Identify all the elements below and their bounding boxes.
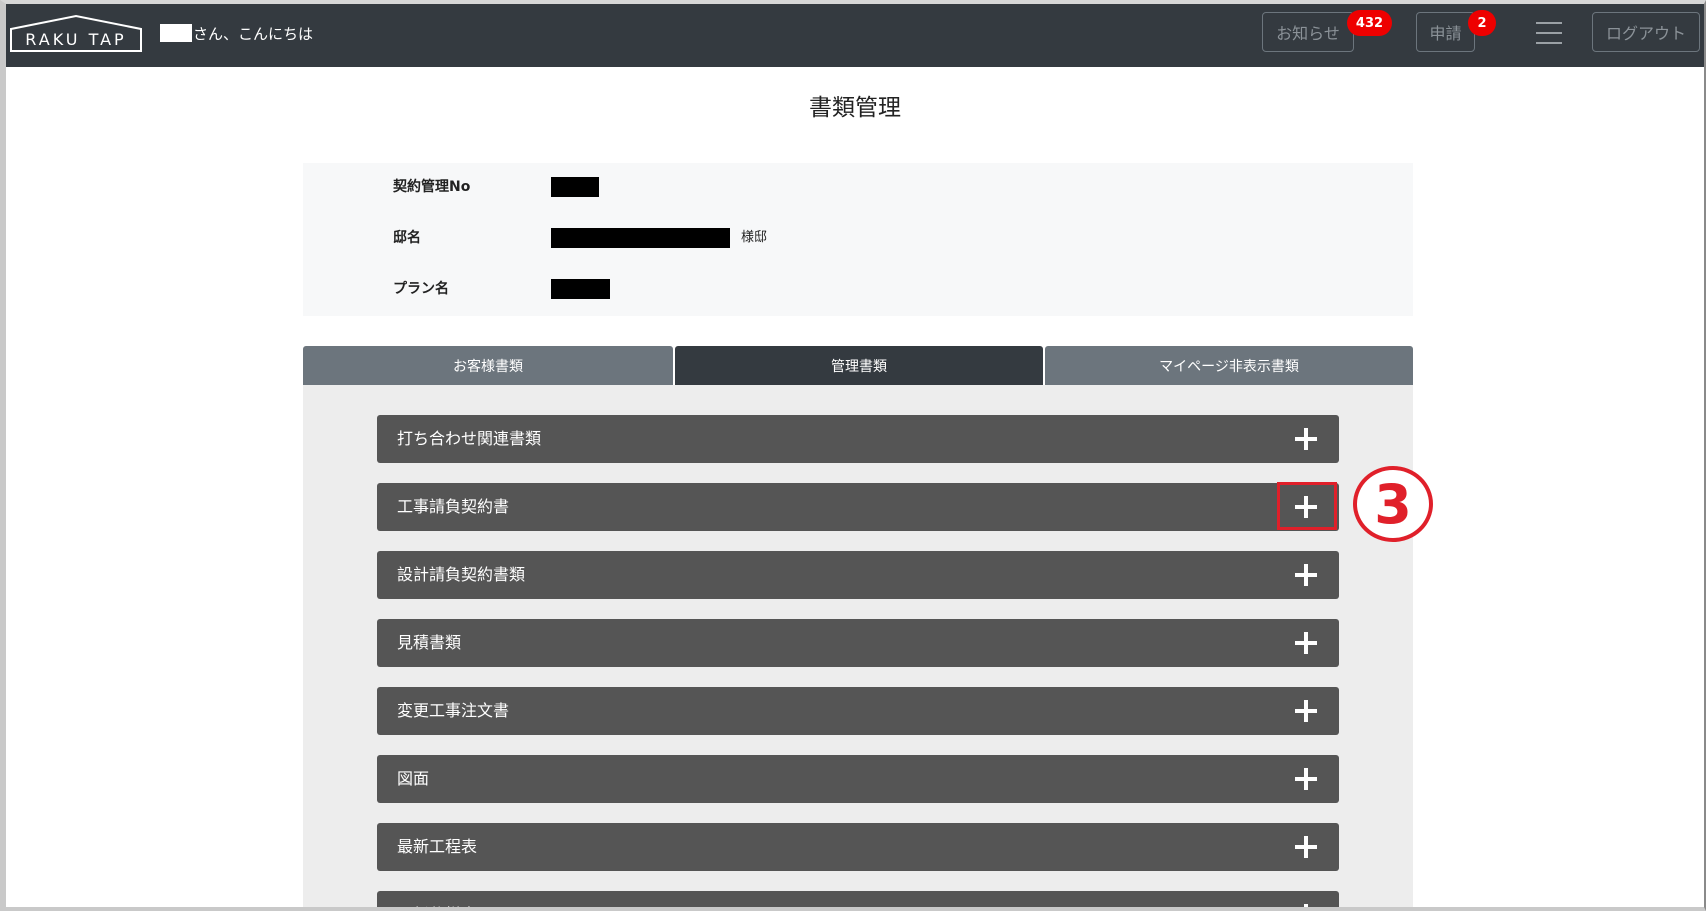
logo-text: RAKU TAP [25, 30, 126, 49]
news-button-label: お知らせ [1276, 24, 1340, 43]
redacted-contract-no [551, 177, 599, 197]
plus-icon[interactable] [1295, 564, 1317, 586]
redacted-plan-name [551, 279, 610, 299]
plan-label: プラン名 [393, 281, 449, 297]
highlight-box [1277, 482, 1337, 530]
accordion-label: 工事請負契約書 [397, 497, 510, 516]
accordion-label: 設計請負契約書類 [397, 565, 526, 584]
news-count-badge: 432 [1347, 10, 1392, 36]
accordion-design-contract[interactable]: 設計請負契約書類 [377, 551, 1339, 599]
accordion-label: 変更工事注文書 [397, 701, 510, 720]
news-button[interactable]: お知らせ [1262, 12, 1354, 52]
logout-button-label: ログアウト [1605, 24, 1686, 43]
logout-button[interactable]: ログアウト [1592, 12, 1700, 52]
accordion-label: 最新仕様書 [397, 891, 477, 907]
redacted-user-name [160, 24, 192, 42]
redacted-residence-name [551, 228, 730, 248]
tab-management-documents[interactable]: 管理書類 [675, 346, 1043, 385]
document-category-list: 打ち合わせ関連書類 工事請負契約書 設計請負契約書類 見積書類 変更工事注文書 … [303, 385, 1413, 907]
residence-suffix: 様邸 [741, 230, 768, 245]
plan-row: プラン名 [303, 277, 1413, 301]
accordion-meeting-documents[interactable]: 打ち合わせ関連書類 [377, 415, 1339, 463]
accordion-label: 打ち合わせ関連書類 [397, 429, 542, 448]
accordion-label: 図面 [397, 769, 430, 788]
requests-button[interactable]: 申請 [1416, 12, 1475, 52]
accordion-estimates[interactable]: 見積書類 [377, 619, 1339, 667]
contract-no-row: 契約管理No [303, 175, 1413, 199]
house-logo-icon: RAKU TAP [10, 14, 142, 52]
residence-row: 邸名 様邸 [303, 226, 1413, 250]
accordion-drawings[interactable]: 図面 [377, 755, 1339, 803]
page-title: 書類管理 [809, 95, 901, 121]
requests-button-label: 申請 [1429, 24, 1462, 43]
greeting-text: さん、こんにちは [193, 24, 314, 43]
plus-icon[interactable] [1295, 768, 1317, 790]
accordion-label: 最新工程表 [397, 837, 478, 856]
plus-icon[interactable] [1295, 836, 1317, 858]
plus-icon[interactable] [1295, 428, 1317, 450]
step-number-annotation: 3 [1353, 466, 1433, 542]
accordion-schedule[interactable]: 最新工程表 [377, 823, 1339, 871]
plus-icon[interactable] [1295, 700, 1317, 722]
accordion-change-orders[interactable]: 変更工事注文書 [377, 687, 1339, 735]
hamburger-icon[interactable] [1536, 22, 1562, 44]
browser-viewport: RAKU TAP さん、こんにちは お知らせ 432 申請 2 ログアウト 書類… [0, 0, 1706, 911]
contract-info-panel: 契約管理No 邸名 様邸 プラン名 [303, 163, 1413, 316]
contract-no-label: 契約管理No [393, 179, 471, 195]
plus-icon[interactable] [1295, 904, 1317, 907]
greeting: さん、こんにちは [160, 21, 313, 45]
accordion-construction-contract[interactable]: 工事請負契約書 [377, 483, 1339, 531]
plus-icon[interactable] [1295, 632, 1317, 654]
requests-count-badge: 2 [1468, 10, 1496, 36]
raku-tap-logo[interactable]: RAKU TAP [9, 13, 143, 53]
residence-label: 邸名 [393, 230, 421, 246]
tab-customer-documents[interactable]: お客様書類 [303, 346, 673, 385]
accordion-specifications[interactable]: 最新仕様書 [377, 891, 1339, 907]
top-navbar: RAKU TAP さん、こんにちは お知らせ 432 申請 2 ログアウト [6, 4, 1704, 67]
document-tabs: お客様書類 管理書類 マイページ非表示書類 [303, 346, 1413, 385]
tab-hidden-documents[interactable]: マイページ非表示書類 [1045, 346, 1413, 385]
accordion-label: 見積書類 [397, 633, 462, 652]
